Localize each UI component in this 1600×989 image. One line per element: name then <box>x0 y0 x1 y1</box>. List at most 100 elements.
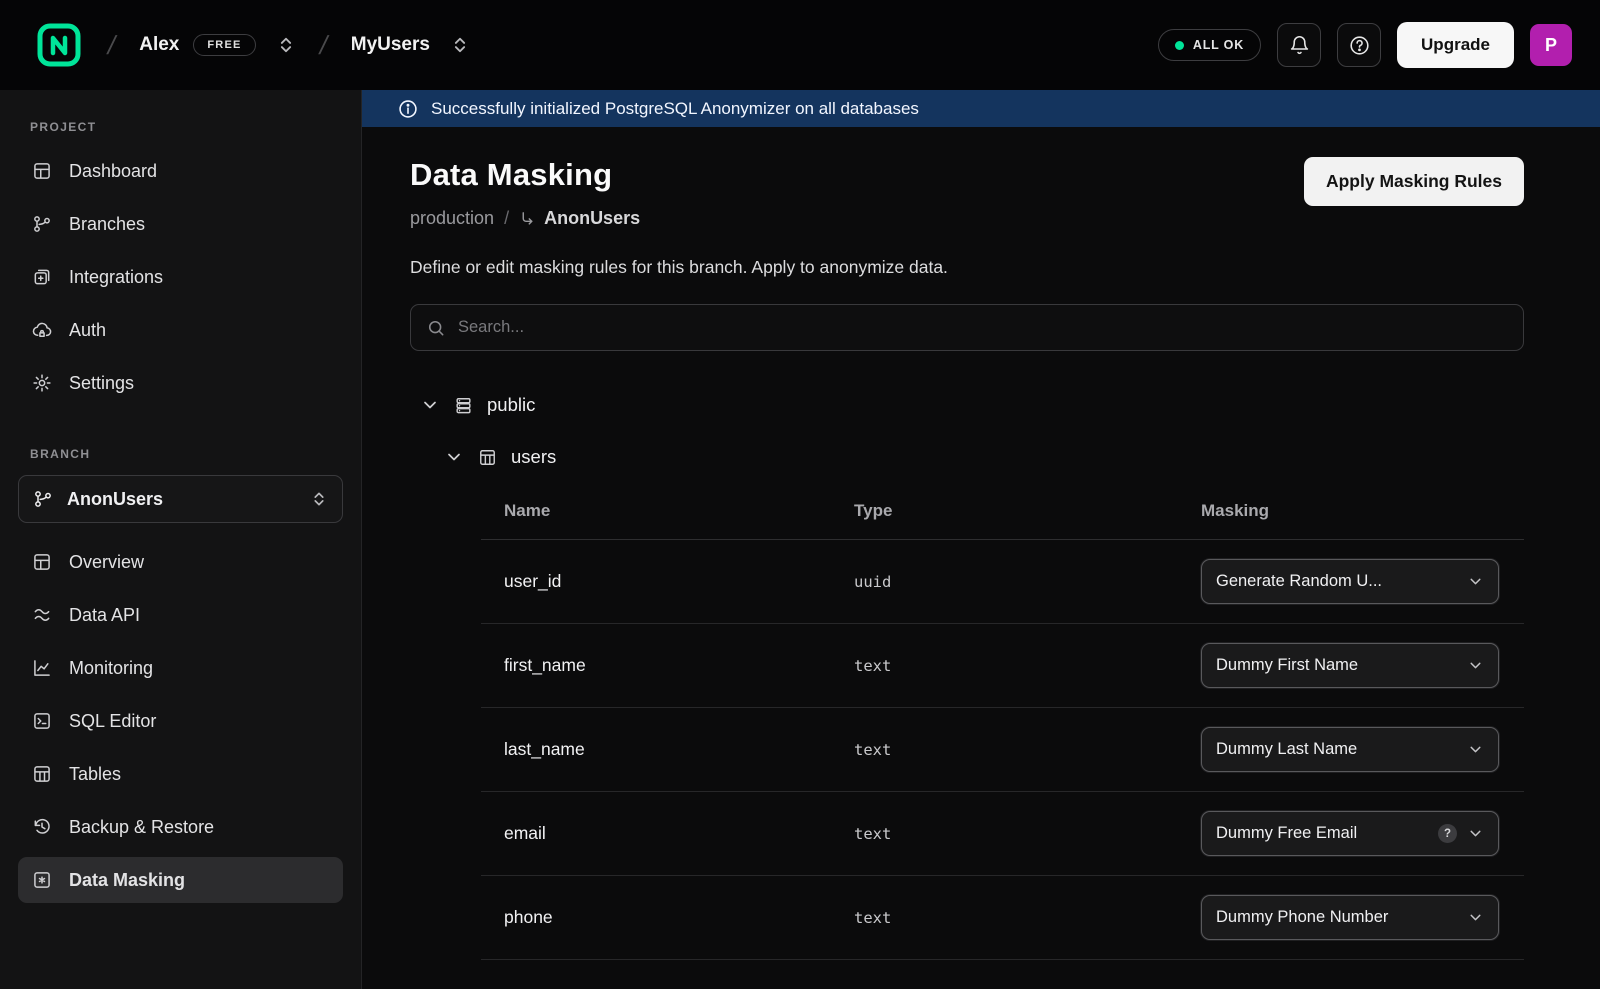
column-name: email <box>504 823 854 844</box>
sql-editor-icon <box>32 711 52 731</box>
table-icon <box>478 448 497 467</box>
sidebar-item-branches[interactable]: Branches <box>18 201 343 247</box>
masking-rule-value: Dummy First Name <box>1216 656 1457 675</box>
sidebar-item-auth[interactable]: Auth <box>18 307 343 353</box>
branch-selector-value: AnonUsers <box>67 489 163 510</box>
notifications-button[interactable] <box>1277 23 1321 67</box>
column-header-type: Type <box>854 501 1201 521</box>
table-row: email text Dummy Free Email ? <box>481 792 1524 876</box>
sidebar-item-backup-restore[interactable]: Backup & Restore <box>18 804 343 850</box>
page-content: Data Masking production / AnonUsers Appl… <box>362 127 1600 989</box>
table-row: user_id uuid Generate Random U... <box>481 540 1524 624</box>
search-icon <box>426 318 446 338</box>
schema-node-public[interactable]: public <box>410 379 1524 431</box>
masking-rule-select[interactable]: Dummy First Name <box>1201 643 1499 688</box>
search-input[interactable] <box>458 318 1508 337</box>
branch-selector[interactable]: AnonUsers <box>18 475 343 523</box>
sidebar-item-label: Dashboard <box>69 161 157 182</box>
sidebar-item-label: Monitoring <box>69 658 153 679</box>
page-title: Data Masking <box>410 157 640 193</box>
sidebar-item-label: SQL Editor <box>69 711 156 732</box>
table-header-row: Name Type Masking <box>481 483 1524 540</box>
masking-rule-value: Dummy Phone Number <box>1216 908 1457 927</box>
masking-rule-select[interactable]: Generate Random U... <box>1201 559 1499 604</box>
breadcrumb: production / AnonUsers <box>410 208 640 229</box>
breadcrumb-separator: / <box>316 30 330 61</box>
question-icon <box>1349 35 1370 56</box>
apply-masking-rules-button[interactable]: Apply Masking Rules <box>1304 157 1524 206</box>
column-type: text <box>854 909 1201 927</box>
search-box[interactable] <box>410 304 1524 351</box>
masking-table: Name Type Masking user_id uuid Generate … <box>481 483 1524 960</box>
sidebar-item-integrations[interactable]: Integrations <box>18 254 343 300</box>
project-switcher-chevron-icon[interactable] <box>450 35 470 55</box>
bell-icon <box>1289 35 1310 56</box>
breadcrumb-branch[interactable]: AnonUsers <box>519 208 640 229</box>
sidebar-item-dashboard[interactable]: Dashboard <box>18 148 343 194</box>
sidebar: PROJECT Dashboard Branches Integrations … <box>0 90 362 989</box>
sidebar-item-label: Tables <box>69 764 121 785</box>
topbar-actions: ALL OK Upgrade P <box>1158 22 1572 68</box>
neon-logo-icon <box>36 22 82 68</box>
table-row: phone text Dummy Phone Number <box>481 876 1524 960</box>
masking-rule-value: Dummy Free Email <box>1216 824 1428 843</box>
project-section-label: PROJECT <box>18 120 343 134</box>
column-header-masking: Masking <box>1201 501 1524 521</box>
page-description: Define or edit masking rules for this br… <box>410 257 1524 278</box>
project-name: MyUsers <box>351 34 430 56</box>
masking-rule-select[interactable]: Dummy Free Email ? <box>1201 811 1499 856</box>
breadcrumb-separator: / <box>504 208 509 229</box>
sidebar-item-monitoring[interactable]: Monitoring <box>18 645 343 691</box>
column-name: phone <box>504 907 854 928</box>
column-header-name: Name <box>504 501 854 521</box>
schema-tree: public users Name Type Masking <box>410 379 1524 960</box>
column-type: text <box>854 657 1201 675</box>
masking-rule-value: Dummy Last Name <box>1216 740 1457 759</box>
sidebar-item-label: Backup & Restore <box>69 817 214 838</box>
breadcrumb-env[interactable]: production <box>410 208 494 229</box>
sidebar-item-overview[interactable]: Overview <box>18 539 343 585</box>
schema-name: public <box>487 394 535 416</box>
neon-logo[interactable] <box>34 20 84 70</box>
column-type: uuid <box>854 573 1201 591</box>
data-api-icon <box>32 605 52 625</box>
chevron-down-icon <box>1467 825 1484 842</box>
overview-icon <box>32 552 52 572</box>
sidebar-item-label: Overview <box>69 552 144 573</box>
column-type: text <box>854 741 1201 759</box>
table-node-users[interactable]: users <box>410 431 1524 483</box>
user-name: Alex <box>139 34 179 56</box>
chevron-down-icon[interactable] <box>420 395 440 415</box>
sidebar-item-settings[interactable]: Settings <box>18 360 343 406</box>
child-branch-icon <box>519 210 536 227</box>
status-dot-icon <box>1175 41 1184 50</box>
data-masking-icon <box>32 870 52 890</box>
sidebar-item-data-masking[interactable]: Data Masking <box>18 857 343 903</box>
top-bar: / Alex FREE / MyUsers ALL OK Upgrade P <box>0 0 1600 90</box>
main-area: Successfully initialized PostgreSQL Anon… <box>362 90 1600 989</box>
branches-icon <box>32 214 52 234</box>
breadcrumb-separator: / <box>105 30 119 61</box>
sidebar-item-data-api[interactable]: Data API <box>18 592 343 638</box>
sidebar-item-sql-editor[interactable]: SQL Editor <box>18 698 343 744</box>
rule-help-icon[interactable]: ? <box>1438 824 1457 843</box>
sidebar-item-tables[interactable]: Tables <box>18 751 343 797</box>
status-badge[interactable]: ALL OK <box>1158 29 1261 61</box>
user-switcher-chevron-icon[interactable] <box>276 35 296 55</box>
monitoring-icon <box>32 658 52 678</box>
sidebar-item-label: Auth <box>69 320 106 341</box>
masking-rule-value: Generate Random U... <box>1216 572 1457 591</box>
tables-icon <box>32 764 52 784</box>
branch-icon <box>33 489 53 509</box>
schema-icon <box>454 396 473 415</box>
chevron-down-icon <box>1467 573 1484 590</box>
chevron-down-icon[interactable] <box>444 447 464 467</box>
chevron-down-icon <box>1467 657 1484 674</box>
upgrade-button[interactable]: Upgrade <box>1397 22 1514 68</box>
avatar[interactable]: P <box>1530 24 1572 66</box>
help-button[interactable] <box>1337 23 1381 67</box>
masking-rule-select[interactable]: Dummy Last Name <box>1201 727 1499 772</box>
column-name: last_name <box>504 739 854 760</box>
masking-rule-select[interactable]: Dummy Phone Number <box>1201 895 1499 940</box>
branch-section-label: BRANCH <box>18 447 343 461</box>
